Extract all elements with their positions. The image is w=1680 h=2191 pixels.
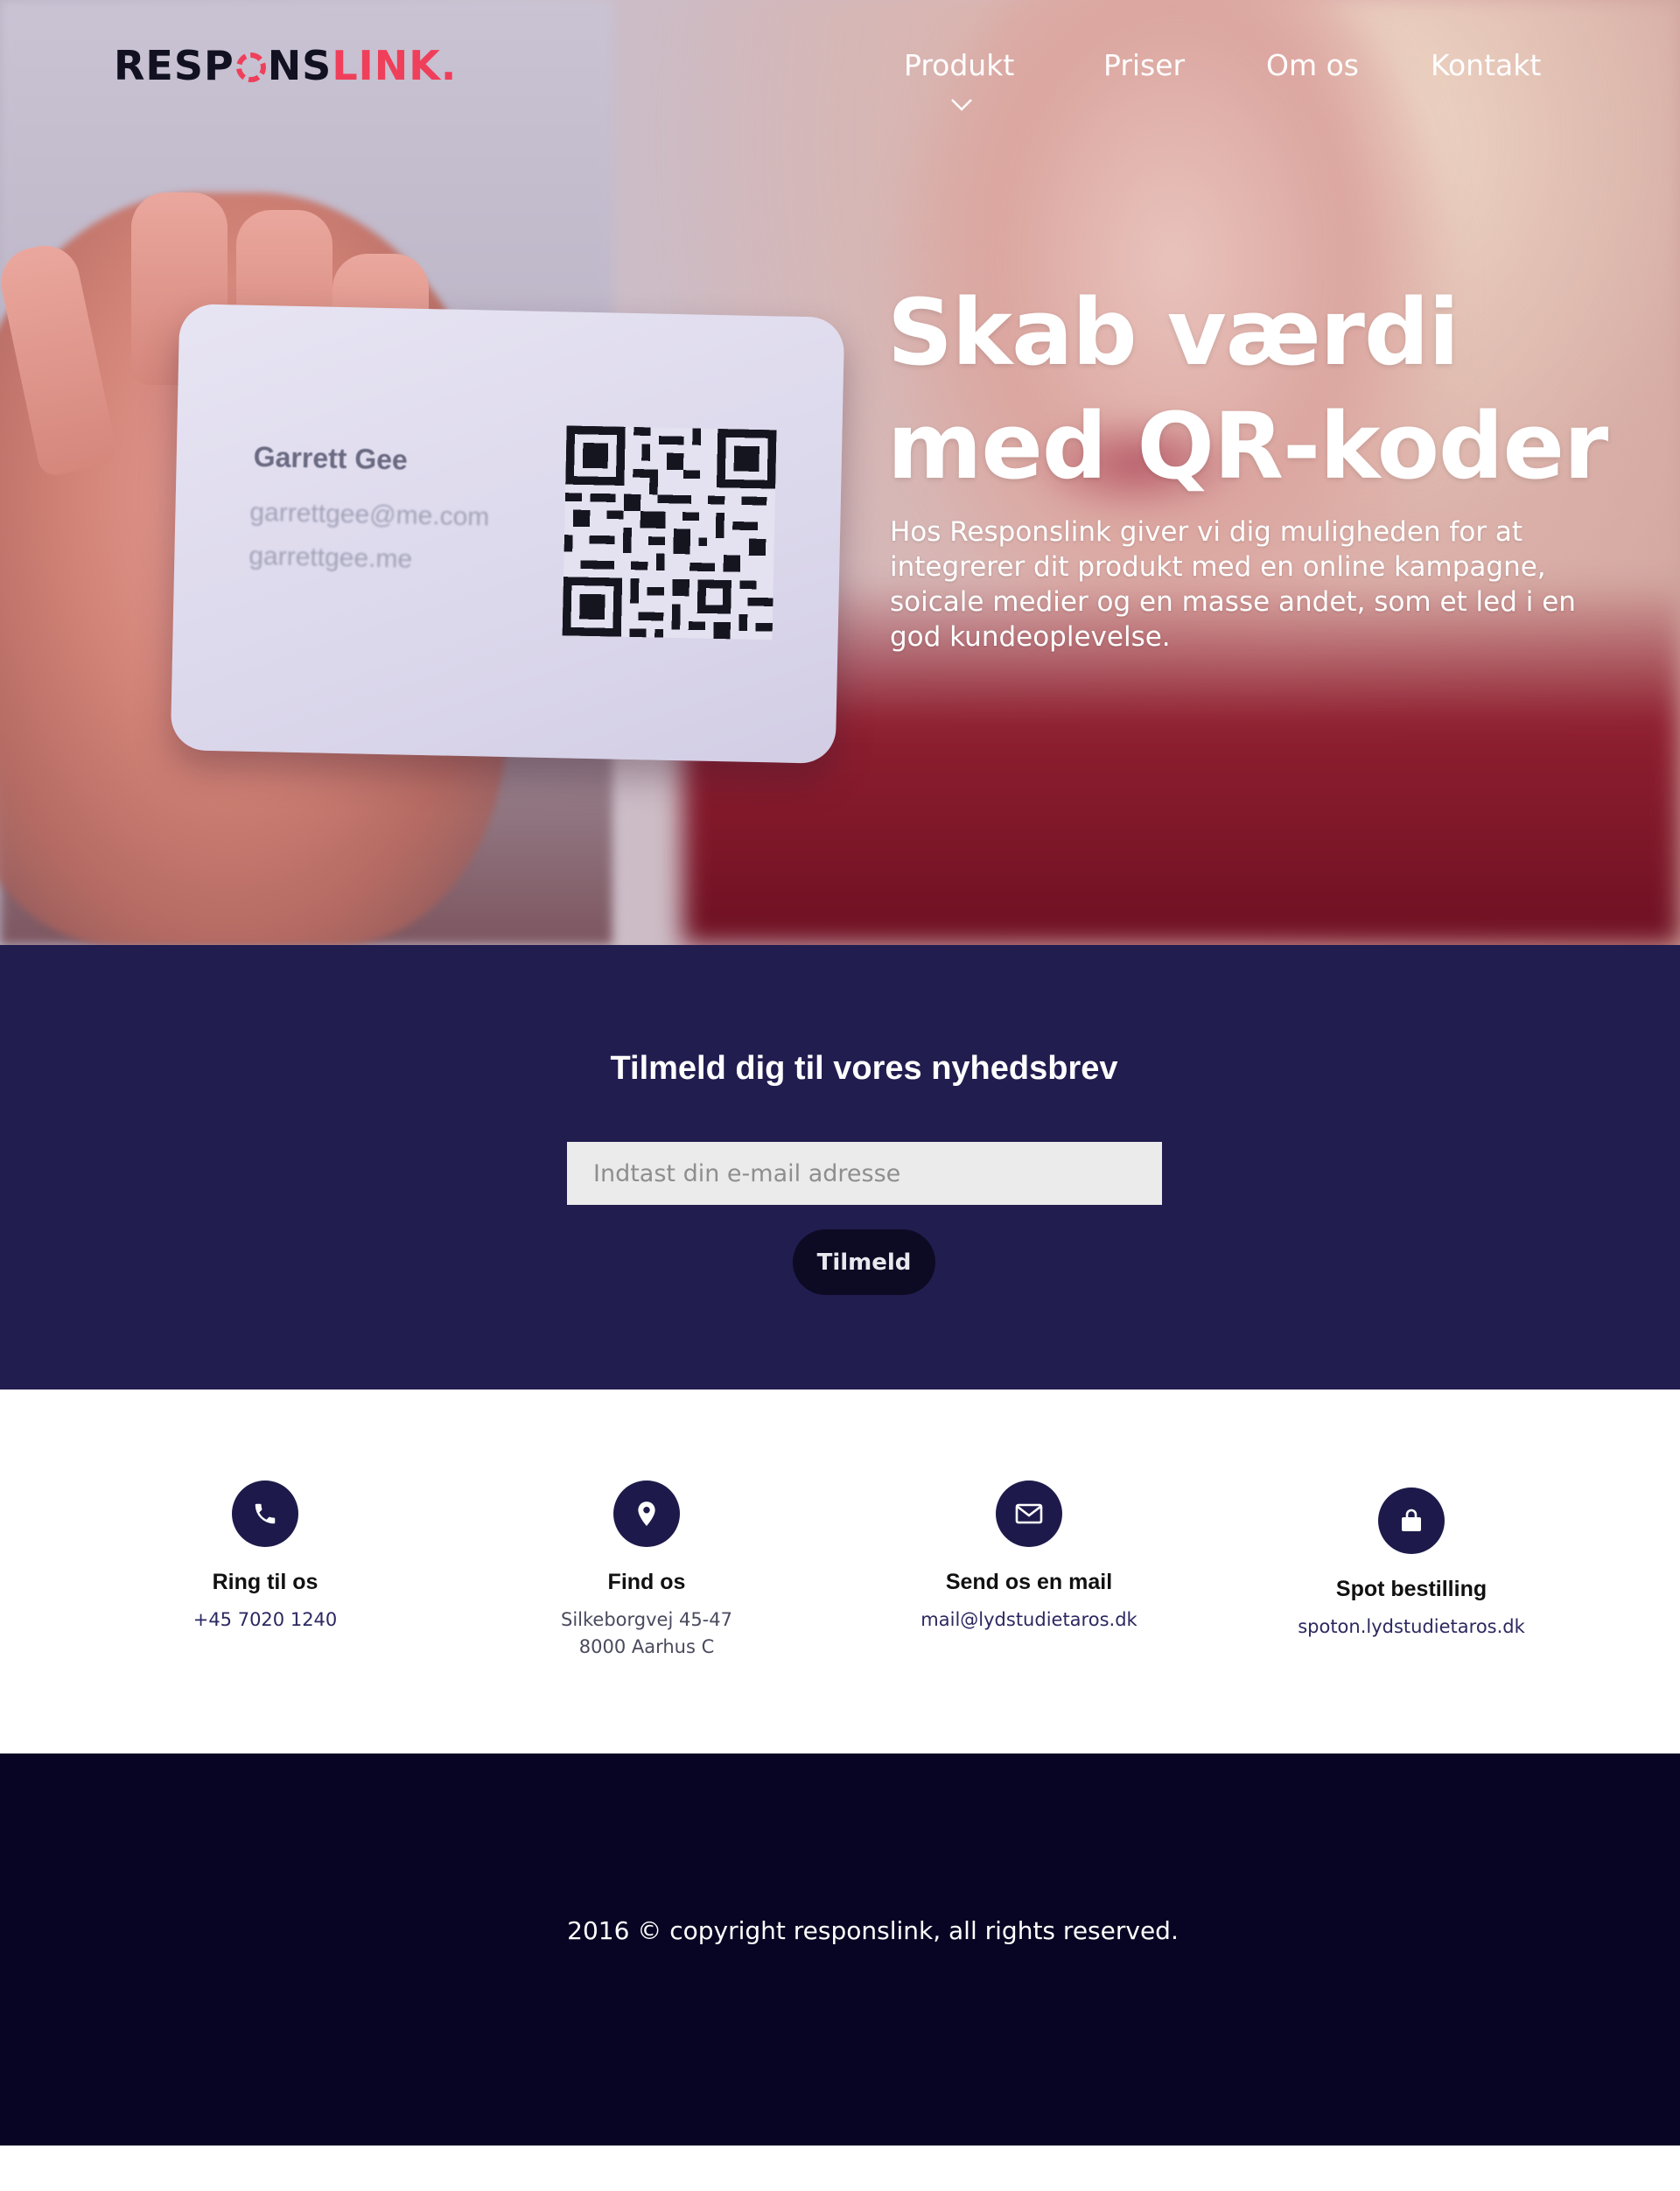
- newsletter-title: Tilmeld dig til vores nyhedsbrev: [610, 1050, 1118, 1087]
- contact-item-phone: Ring til os +45 7020 1240: [73, 1390, 458, 1754]
- contact-item-email: Send os en mail mail@lydstudietaros.dk: [836, 1390, 1222, 1754]
- order-link[interactable]: spoton.lydstudietaros.dk: [1298, 1616, 1525, 1637]
- address-city: 8000 Aarhus C: [578, 1636, 715, 1657]
- nav-item-priser[interactable]: Priser: [1103, 48, 1185, 82]
- business-card-image: Garrett Gee garrettgee@me.com garrettgee…: [170, 304, 845, 764]
- footer: 2016 © copyright responslink, all rights…: [0, 1754, 1680, 2146]
- phone-number-link[interactable]: +45 7020 1240: [193, 1609, 338, 1630]
- newsletter-subscribe-button[interactable]: Tilmeld: [793, 1229, 935, 1295]
- shopping-bag-icon: [1378, 1488, 1445, 1554]
- hero-description: Hos Responslink giver vi dig muligheden …: [890, 516, 1576, 653]
- contact-item-address: Find os Silkeborgvej 45-47 8000 Aarhus C: [454, 1390, 839, 1754]
- contact-address: Silkeborgvej 45-47 8000 Aarhus C: [454, 1606, 839, 1661]
- contact-section: Ring til os +45 7020 1240 Find os Silkeb…: [0, 1390, 1680, 1754]
- nav-item-om-os[interactable]: Om os: [1266, 48, 1359, 82]
- hero-title: Skab værdi med QR-koder: [887, 279, 1608, 500]
- contact-title-phone: Ring til os: [212, 1570, 318, 1594]
- card-name: Garrett Gee: [253, 440, 409, 476]
- nav-item-produkt[interactable]: Produkt: [904, 48, 1014, 82]
- hero-section: Garrett Gee garrettgee@me.com garrettgee…: [0, 0, 1680, 945]
- nav-item-kontakt[interactable]: Kontakt: [1431, 48, 1541, 82]
- footer-copyright: 2016 © copyright responslink, all rights…: [567, 1916, 1179, 1945]
- contact-order: spoton.lydstudietaros.dk: [1219, 1614, 1604, 1641]
- newsletter-email-input[interactable]: [567, 1142, 1162, 1205]
- map-pin-icon: [613, 1480, 680, 1547]
- main-navigation: Produkt Priser Om os Kontakt: [0, 48, 1680, 92]
- email-link[interactable]: mail@lydstudietaros.dk: [920, 1609, 1137, 1630]
- contact-title-order: Spot bestilling: [1335, 1577, 1488, 1601]
- contact-title-address: Find os: [607, 1570, 686, 1594]
- phone-icon: [232, 1480, 298, 1547]
- contact-email: mail@lydstudietaros.dk: [836, 1606, 1222, 1634]
- contact-item-order: Spot bestilling spoton.lydstudietaros.dk: [1219, 1390, 1604, 1754]
- qr-code-icon: [562, 425, 777, 640]
- chevron-down-icon[interactable]: [950, 93, 973, 116]
- card-email: garrettgee@me.com: [249, 497, 490, 532]
- newsletter-section: Tilmeld dig til vores nyhedsbrev Tilmeld: [0, 945, 1680, 1390]
- contact-phone-number: +45 7020 1240: [73, 1606, 458, 1634]
- card-website: garrettgee.me: [248, 541, 413, 574]
- envelope-icon: [996, 1480, 1062, 1547]
- address-street: Silkeborgvej 45-47: [561, 1609, 732, 1630]
- contact-title-email: Send os en mail: [945, 1570, 1113, 1594]
